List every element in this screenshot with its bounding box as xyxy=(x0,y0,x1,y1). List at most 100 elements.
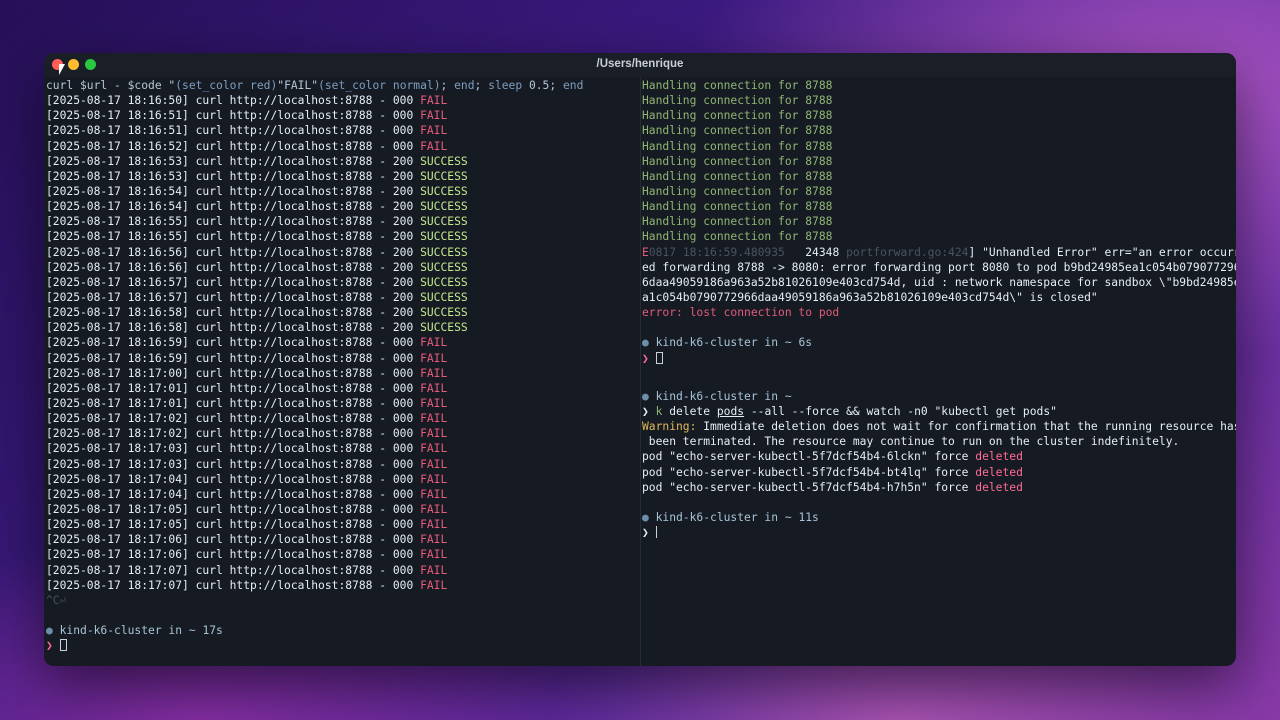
shell-prompt: ● kind-k6-cluster in ~ 11s xyxy=(642,510,819,524)
status-label: SUCCESS xyxy=(420,321,468,335)
log-line: [2025-08-17 18:16:56] curl http://localh… xyxy=(46,245,468,259)
status-label: FAIL xyxy=(420,94,448,108)
lost-connection-line: error: lost connection to pod xyxy=(642,306,840,320)
deleted-pods-list: pod "echo-server-kubectl-5f7dcf54b4-6lck… xyxy=(642,449,1236,494)
handling-line: Handling connection for 8788 xyxy=(642,109,833,123)
log-line: [2025-08-17 18:17:01] curl http://localh… xyxy=(46,381,448,395)
handling-line: Handling connection for 8788 xyxy=(642,139,833,153)
shell-prompt: ● kind-k6-cluster in ~ 17s xyxy=(46,624,223,638)
status-label: SUCCESS xyxy=(420,169,468,183)
input-line[interactable]: ❯ xyxy=(642,525,1236,540)
status-label: FAIL xyxy=(420,487,448,501)
log-line: [2025-08-17 18:16:58] curl http://localh… xyxy=(46,306,468,320)
log-line: [2025-08-17 18:16:57] curl http://localh… xyxy=(46,275,468,289)
log-line: [2025-08-17 18:17:01] curl http://localh… xyxy=(46,396,448,410)
status-label: FAIL xyxy=(420,427,448,441)
warning-line: Warning: Immediate deletion does not wai… xyxy=(642,420,1236,434)
deleted-status: deleted xyxy=(975,480,1023,494)
log-line: [2025-08-17 18:17:03] curl http://localh… xyxy=(46,442,448,456)
log-line: [2025-08-17 18:16:59] curl http://localh… xyxy=(46,336,448,350)
status-label: FAIL xyxy=(420,109,448,123)
log-line: [2025-08-17 18:17:05] curl http://localh… xyxy=(46,518,448,532)
status-label: SUCCESS xyxy=(420,154,468,168)
log-line: [2025-08-17 18:16:50] curl http://localh… xyxy=(46,94,448,108)
right-terminal-pane[interactable]: Handling connection for 8788 Handling con… xyxy=(642,78,1236,666)
log-line: [2025-08-17 18:17:02] curl http://localh… xyxy=(46,427,448,441)
log-line: [2025-08-17 18:16:56] curl http://localh… xyxy=(46,260,468,274)
handling-line: Handling connection for 8788 xyxy=(642,94,833,108)
warning-line: been terminated. The resource may contin… xyxy=(642,435,1180,449)
log-line: [2025-08-17 18:16:51] curl http://localh… xyxy=(46,124,448,138)
status-label: FAIL xyxy=(420,412,448,426)
shell-prompt: ● kind-k6-cluster in ~ xyxy=(642,389,792,403)
log-line: [2025-08-17 18:16:59] curl http://localh… xyxy=(46,351,448,365)
status-label: FAIL xyxy=(420,366,448,380)
log-line: [2025-08-17 18:16:51] curl http://localh… xyxy=(46,109,448,123)
log-line: [2025-08-17 18:17:00] curl http://localh… xyxy=(46,366,448,380)
status-label: SUCCESS xyxy=(420,290,468,304)
handling-line: Handling connection for 8788 xyxy=(642,79,833,92)
status-label: SUCCESS xyxy=(420,260,468,274)
pane-divider[interactable] xyxy=(640,77,641,666)
status-label: SUCCESS xyxy=(420,306,468,320)
terminal-cursor xyxy=(655,351,663,364)
status-label: SUCCESS xyxy=(420,275,468,289)
handling-line: Handling connection for 8788 xyxy=(642,154,833,168)
status-label: FAIL xyxy=(420,351,448,365)
status-label: FAIL xyxy=(420,578,448,592)
error-line: 6daa49059186a963a52b81026109e403cd754d, … xyxy=(642,275,1236,289)
status-label: SUCCESS xyxy=(420,215,468,229)
error-line: a1c054b0790772966daa49059186a963a52b8102… xyxy=(642,290,1098,304)
log-line: [2025-08-17 18:17:03] curl http://localh… xyxy=(46,457,448,471)
interrupt-marker: ^C⏎ xyxy=(46,593,67,607)
log-line: [2025-08-17 18:17:05] curl http://localh… xyxy=(46,502,448,516)
log-line: [2025-08-17 18:16:53] curl http://localh… xyxy=(46,169,468,183)
handling-line: Handling connection for 8788 xyxy=(642,124,833,138)
pod-line: pod "echo-server-kubectl-5f7dcf54b4-bt4l… xyxy=(642,465,1023,479)
deleted-status: deleted xyxy=(975,465,1023,479)
log-line: [2025-08-17 18:16:55] curl http://localh… xyxy=(46,230,468,244)
log-line: [2025-08-17 18:16:53] curl http://localh… xyxy=(46,154,468,168)
status-label: FAIL xyxy=(420,457,448,471)
error-line: E0817 18:16:59.480935 24348 portforward.… xyxy=(642,245,1236,259)
input-line: ❯ xyxy=(642,351,1236,366)
terminal-cursor xyxy=(59,639,67,652)
handling-line: Handling connection for 8788 xyxy=(642,184,833,198)
status-label: SUCCESS xyxy=(420,184,468,198)
status-label: SUCCESS xyxy=(420,245,468,259)
title-bar: /Users/henrique xyxy=(44,53,1236,77)
log-line: [2025-08-17 18:16:55] curl http://localh… xyxy=(46,215,468,229)
error-line: ed forwarding 8788 -> 8080: error forwar… xyxy=(642,260,1236,274)
log-line: [2025-08-17 18:17:07] curl http://localh… xyxy=(46,563,448,577)
status-label: FAIL xyxy=(420,548,448,562)
pod-line: pod "echo-server-kubectl-5f7dcf54b4-6lck… xyxy=(642,450,1023,464)
status-label: FAIL xyxy=(420,533,448,547)
input-line[interactable]: ❯ xyxy=(46,638,638,653)
handling-line: Handling connection for 8788 xyxy=(642,169,833,183)
status-label: SUCCESS xyxy=(420,200,468,214)
log-line: [2025-08-17 18:17:04] curl http://localh… xyxy=(46,487,448,501)
log-line: [2025-08-17 18:17:04] curl http://localh… xyxy=(46,472,448,486)
status-label: FAIL xyxy=(420,381,448,395)
window-title: /Users/henrique xyxy=(596,58,684,70)
status-label: FAIL xyxy=(420,124,448,138)
status-label: FAIL xyxy=(420,442,448,456)
status-label: FAIL xyxy=(420,336,448,350)
handling-line: Handling connection for 8788 xyxy=(642,230,833,244)
log-line: [2025-08-17 18:16:58] curl http://localh… xyxy=(46,321,468,335)
status-label: FAIL xyxy=(420,139,448,153)
command-line: ❯ k delete pods --all --force && watch -… xyxy=(642,404,1057,418)
left-terminal-pane[interactable]: curl $url - $code "(set_color red)"FAIL"… xyxy=(46,78,638,666)
log-line: [2025-08-17 18:16:54] curl http://localh… xyxy=(46,184,468,198)
status-label: FAIL xyxy=(420,396,448,410)
pod-line: pod "echo-server-kubectl-5f7dcf54b4-h7h5… xyxy=(642,480,1023,494)
log-line: [2025-08-17 18:16:54] curl http://localh… xyxy=(46,200,468,214)
handling-line: Handling connection for 8788 xyxy=(642,215,833,229)
port-forward-log: Handling connection for 8788 Handling con… xyxy=(642,78,1236,245)
terminal-window: /Users/henrique curl $url - $code "(set_… xyxy=(44,53,1236,666)
log-line: [2025-08-17 18:17:06] curl http://localh… xyxy=(46,533,448,547)
status-label: FAIL xyxy=(420,563,448,577)
command-line-tail: curl $url - $code "(set_color red)"FAIL"… xyxy=(46,79,584,92)
log-line: [2025-08-17 18:17:07] curl http://localh… xyxy=(46,578,448,592)
log-line: [2025-08-17 18:17:02] curl http://localh… xyxy=(46,412,448,426)
